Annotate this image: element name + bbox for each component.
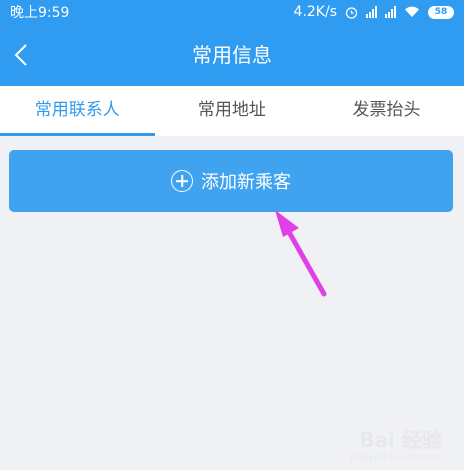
status-icons: 4.2K/s 58 bbox=[294, 4, 454, 20]
page-title: 常用信息 bbox=[192, 43, 272, 67]
signal-icon-2 bbox=[385, 6, 396, 18]
watermark: Bai 经验 bbox=[359, 428, 442, 452]
wifi-icon bbox=[405, 6, 419, 18]
network-speed: 4.2K/s bbox=[293, 4, 337, 20]
back-button[interactable] bbox=[6, 38, 36, 72]
plus-circle-icon bbox=[171, 170, 193, 192]
tab-contacts[interactable]: 常用联系人 bbox=[0, 86, 155, 136]
add-passenger-label: 添加新乘客 bbox=[201, 172, 291, 193]
status-bar: 晚上9:59 4.2K/s 58 bbox=[0, 0, 464, 24]
battery-icon: 58 bbox=[428, 5, 454, 19]
add-passenger-button[interactable]: 添加新乘客 bbox=[9, 150, 453, 212]
tab-invoice-titles[interactable]: 发票抬头 bbox=[309, 86, 464, 136]
signal-icon bbox=[366, 6, 377, 18]
watermark-url: jingyan.baidu.com bbox=[349, 452, 442, 463]
alarm-icon bbox=[345, 6, 358, 19]
status-time: 晚上9:59 bbox=[10, 5, 70, 21]
chevron-left-icon bbox=[14, 44, 27, 66]
tab-addresses[interactable]: 常用地址 bbox=[155, 86, 310, 136]
tab-bar: 常用联系人 常用地址 发票抬头 bbox=[0, 86, 464, 136]
title-bar: 常用信息 bbox=[0, 24, 464, 86]
